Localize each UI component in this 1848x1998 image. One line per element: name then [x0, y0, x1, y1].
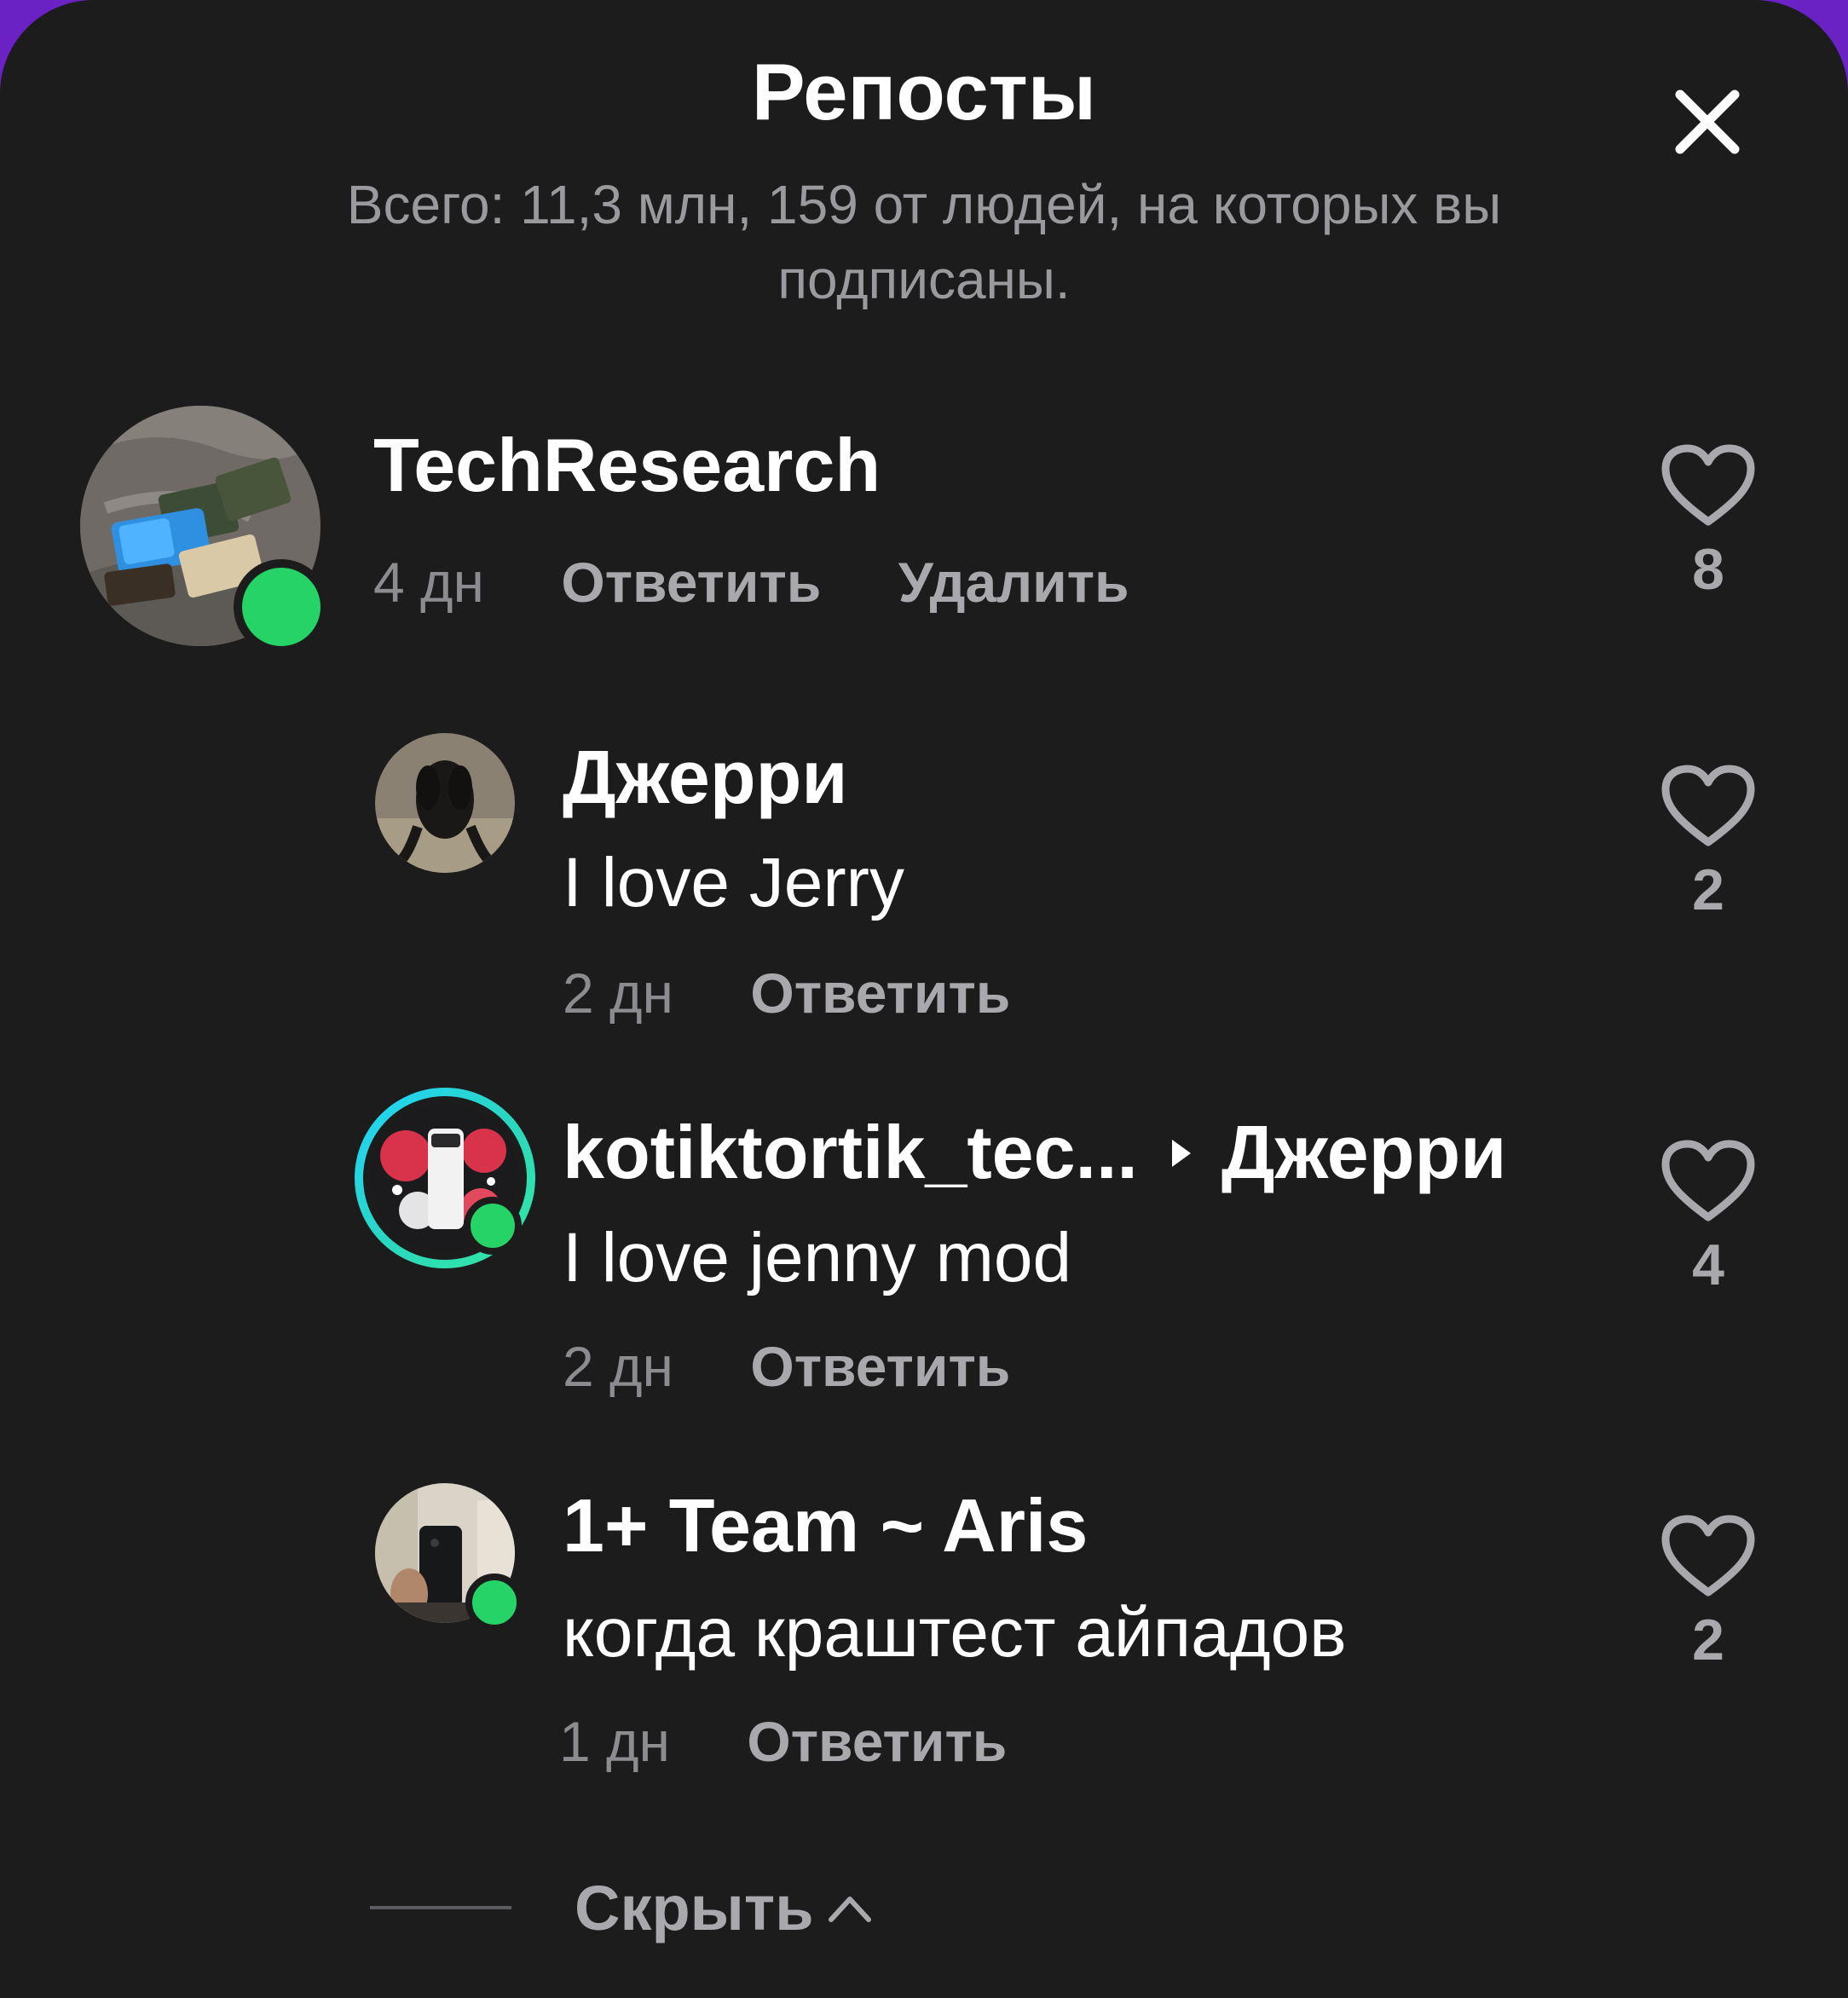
comment-meta: 2 дн Ответить: [563, 955, 1071, 1031]
reply-button[interactable]: Ответить: [561, 551, 821, 614]
comment-time: 2 дн: [563, 1335, 674, 1398]
heart-icon[interactable]: [1660, 1139, 1756, 1224]
like-control: 4: [1657, 1139, 1759, 1299]
comment-author-line: kotiktortik_tec... Джерри: [563, 1110, 1506, 1195]
comment-time: 2 дн: [563, 961, 674, 1025]
online-indicator: [464, 1197, 522, 1255]
comment-author[interactable]: Джерри: [563, 735, 847, 820]
hide-replies-button[interactable]: Скрыть: [575, 1872, 814, 1944]
comment-time: 4 дн: [373, 551, 485, 614]
like-count: 4: [1692, 1233, 1724, 1297]
reposts-sheet: Репосты Всего: 11,3 млн, 159 от людей, н…: [0, 0, 1848, 1998]
hide-replies-row: Скрыть: [370, 1865, 874, 1950]
close-icon: [1675, 90, 1740, 154]
reply-button[interactable]: Ответить: [750, 961, 1010, 1025]
comment-time: 1 дн: [559, 1710, 671, 1773]
online-indicator: [234, 559, 329, 655]
like-count: 2: [1692, 858, 1724, 922]
comment-meta: 4 дн Ответить Удалить: [373, 544, 1191, 621]
comment-author[interactable]: TechResearch: [373, 423, 881, 508]
close-button[interactable]: [1660, 75, 1754, 169]
avatar-image: [375, 733, 515, 873]
delete-button[interactable]: Удалить: [898, 551, 1129, 614]
online-indicator: [465, 1574, 523, 1631]
chevron-up-icon[interactable]: [826, 1891, 874, 1925]
comment-meta: 1 дн Ответить: [559, 1703, 1068, 1780]
comment-text: когда краштест айпадов: [563, 1594, 1347, 1672]
comment-author[interactable]: 1+ Team ~ Aris: [563, 1483, 1088, 1568]
heart-icon[interactable]: [1660, 1514, 1756, 1599]
avatar[interactable]: [375, 733, 515, 873]
like-control: 8: [1657, 443, 1759, 603]
reposts-summary: Всего: 11,3 млн, 159 от людей, на которы…: [346, 174, 1502, 310]
reply-button[interactable]: Ответить: [750, 1335, 1010, 1398]
heart-icon[interactable]: [1660, 764, 1756, 849]
reply-button[interactable]: Ответить: [747, 1710, 1007, 1773]
comment-text: I love Jerry: [563, 844, 904, 921]
comment-text: I love jenny mod: [563, 1219, 1072, 1296]
divider: [370, 1906, 511, 1909]
like-count: 2: [1692, 1608, 1724, 1672]
heart-icon[interactable]: [1660, 443, 1756, 528]
like-count: 8: [1692, 537, 1724, 602]
reply-arrow-icon: [1171, 1139, 1191, 1167]
reply-to-user[interactable]: Джерри: [1221, 1110, 1506, 1194]
sheet-title: Репосты: [751, 47, 1097, 136]
comment-author[interactable]: kotiktortik_tec...: [563, 1110, 1138, 1194]
like-control: 2: [1657, 1514, 1759, 1674]
comment-meta: 2 дн Ответить: [563, 1328, 1071, 1405]
like-control: 2: [1657, 764, 1759, 924]
